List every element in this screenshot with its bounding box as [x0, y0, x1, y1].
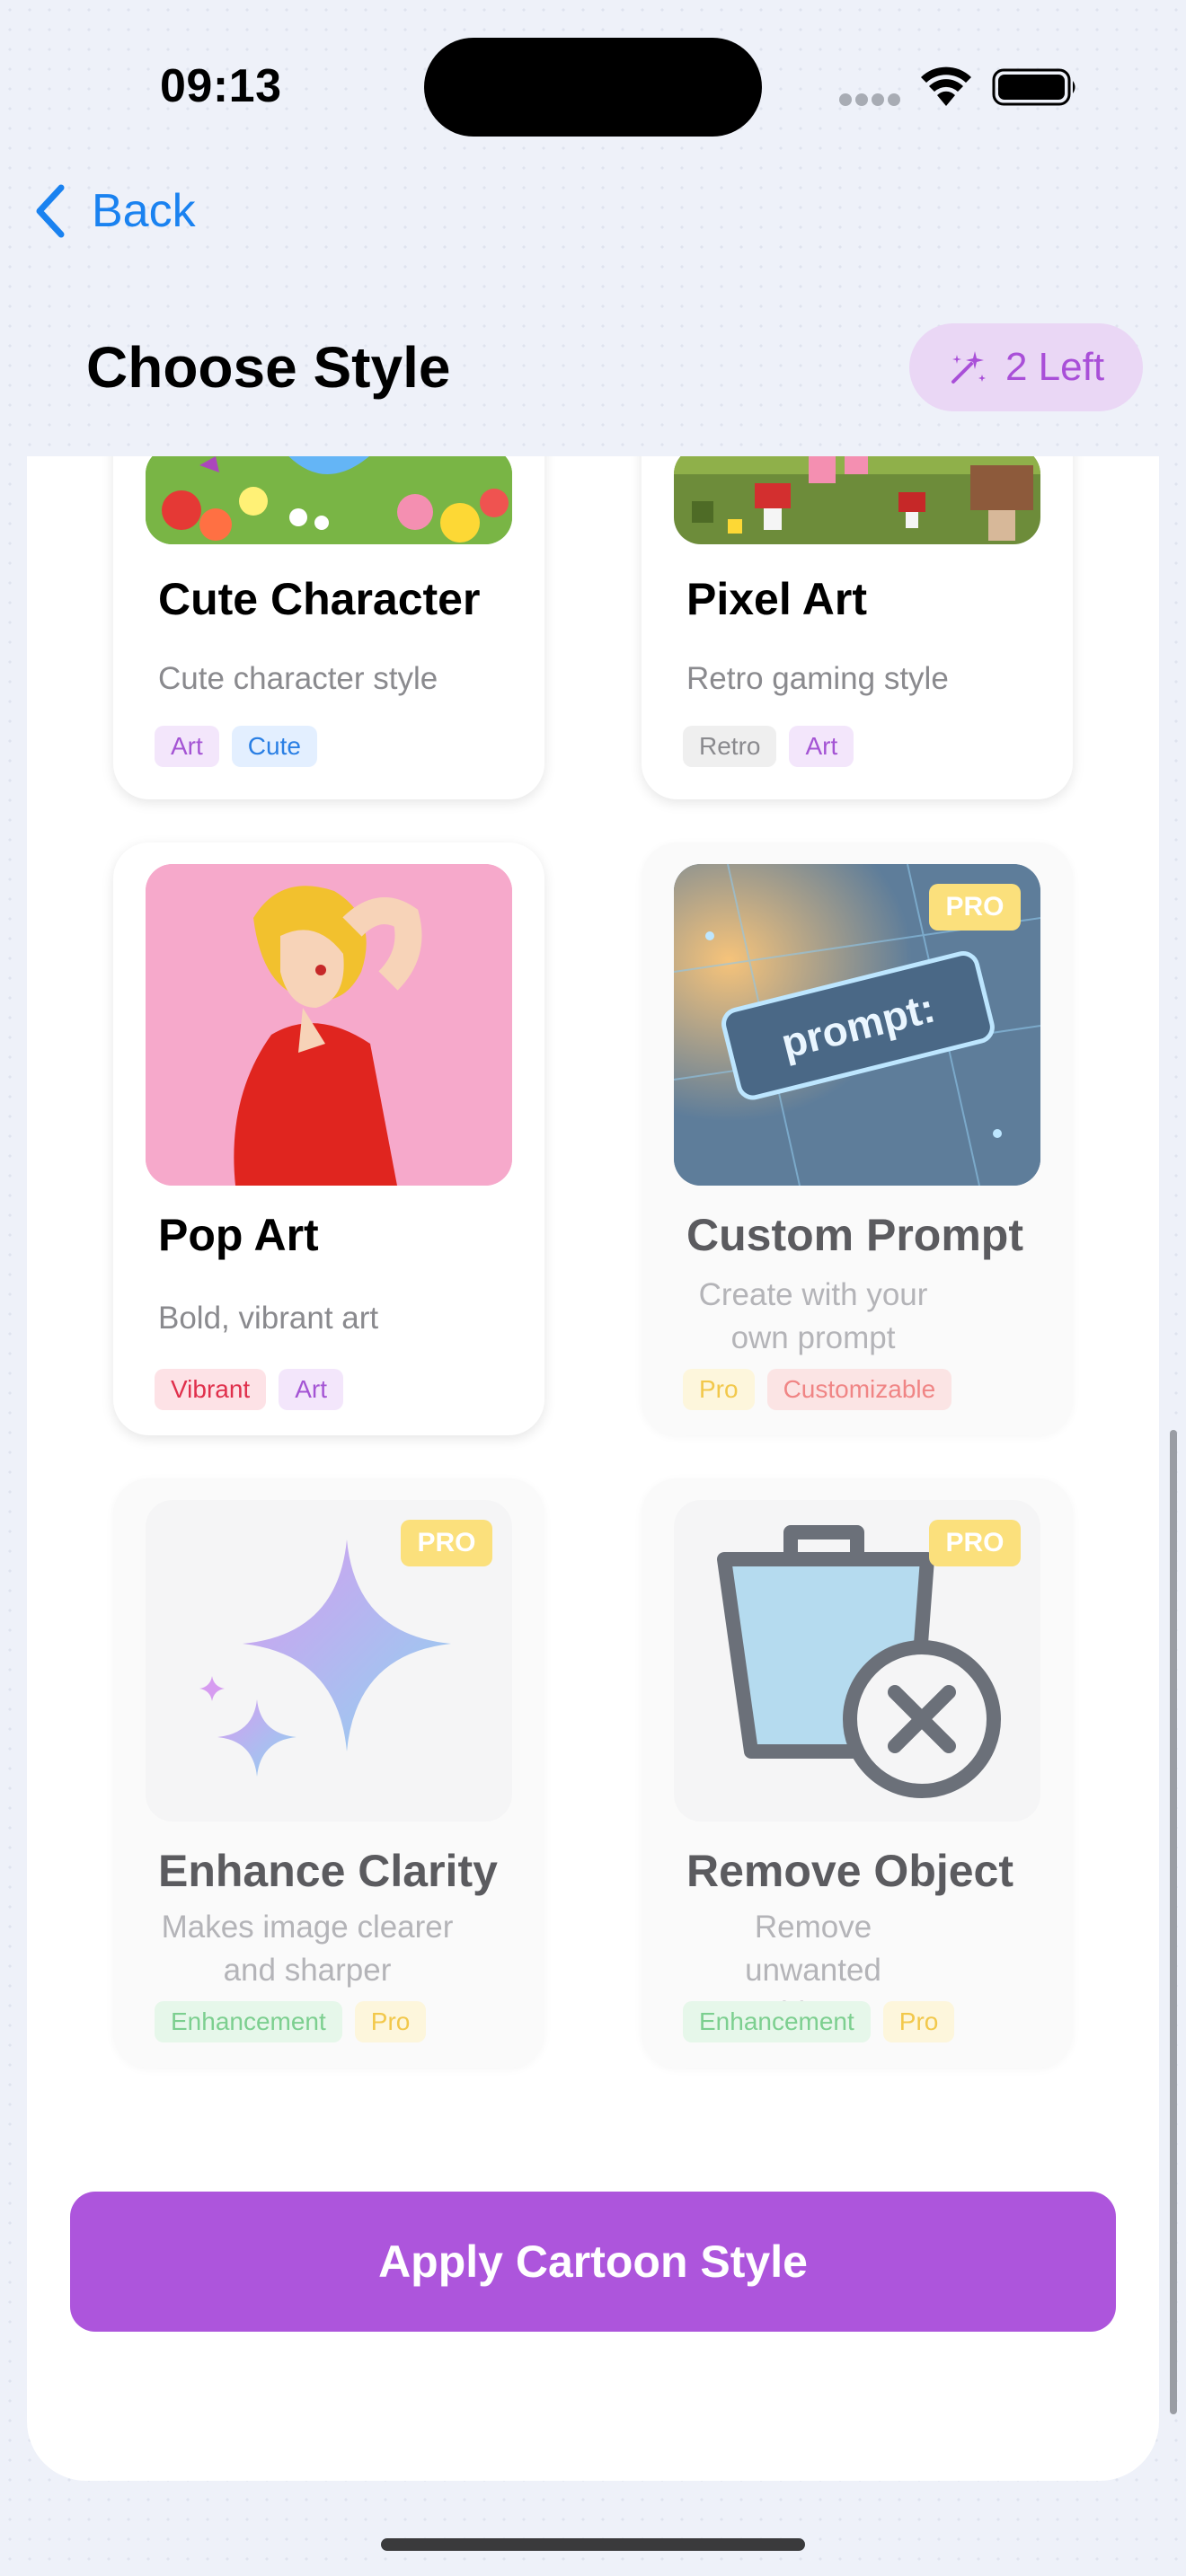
- pro-badge: PRO: [401, 1520, 492, 1566]
- card-description-line: Remove unwanted: [745, 1910, 881, 1988]
- card-description-line: and sharper: [223, 1953, 392, 1988]
- sparkle-icon: [243, 1539, 451, 1751]
- card-title: Cute Character: [158, 574, 481, 624]
- tag-enhancement: Enhancement: [683, 2001, 871, 2042]
- back-button[interactable]: Back: [32, 180, 196, 243]
- card-title: Custom Prompt: [686, 1210, 1023, 1260]
- tag-list: Retro Art: [683, 726, 854, 767]
- card-description-line: Makes image clearer: [161, 1910, 454, 1945]
- tag-list: Enhancement Pro: [683, 2001, 955, 2042]
- cute-character-thumbnail: [146, 447, 512, 544]
- apply-style-button[interactable]: Apply Cartoon Style: [70, 2192, 1116, 2332]
- pixel-art-thumbnail: [674, 447, 1040, 544]
- trash-remove-icon: [717, 1525, 1001, 1798]
- credits-badge[interactable]: 2 Left: [909, 323, 1143, 411]
- style-card-pop-art[interactable]: Pop Art Bold, vibrant art Vibrant Art: [113, 842, 544, 1435]
- remove-object-thumbnail: PRO: [674, 1500, 1040, 1822]
- wifi-icon: [921, 66, 971, 106]
- back-label: Back: [92, 185, 196, 237]
- scrollbar[interactable]: [1170, 1430, 1177, 2414]
- card-description-line: own prompt: [730, 1320, 896, 1355]
- tag-list: Art Cute: [155, 726, 317, 767]
- card-title: Pop Art: [158, 1210, 319, 1260]
- tag-vibrant: Vibrant: [155, 1369, 267, 1410]
- card-description-line: Create with your: [698, 1277, 928, 1312]
- tag-customizable: Customizable: [766, 1369, 952, 1410]
- tag-cute: Cute: [231, 726, 317, 767]
- cellular-signal-icon: [839, 93, 902, 106]
- page-title: Choose Style: [86, 335, 451, 400]
- tag-art: Art: [279, 1369, 343, 1410]
- dynamic-island: [424, 38, 762, 137]
- tag-retro: Retro: [683, 726, 777, 767]
- status-bar: 09:13: [0, 0, 1186, 171]
- tag-art: Art: [155, 726, 219, 767]
- tag-list: Vibrant Art: [155, 1369, 343, 1410]
- tag-enhancement: Enhancement: [155, 2001, 342, 2042]
- status-time: 09:13: [160, 60, 282, 112]
- card-description: Create with your own prompt: [683, 1274, 943, 1360]
- credits-count: 2 Left: [1005, 345, 1105, 389]
- tag-list: Pro Customizable: [683, 1369, 952, 1410]
- tag-pro: Pro: [683, 1369, 755, 1410]
- nav-header: 09:13 Back Choose Style 2 Left: [0, 0, 1186, 456]
- card-title: Pixel Art: [686, 574, 868, 624]
- style-card-custom-prompt[interactable]: prompt: PRO Custom Prompt Create with yo…: [642, 842, 1073, 1435]
- pro-badge: PRO: [929, 1520, 1021, 1566]
- pop-art-thumbnail: [146, 864, 512, 1186]
- tag-pro: Pro: [882, 2001, 955, 2042]
- tag-list: Enhancement Pro: [155, 2001, 427, 2042]
- card-description: Bold, vibrant art: [158, 1301, 379, 1336]
- card-title: Enhance Clarity: [158, 1846, 498, 1896]
- tag-pro: Pro: [354, 2001, 427, 2042]
- home-indicator[interactable]: [381, 2538, 805, 2551]
- custom-prompt-thumbnail: prompt: PRO: [674, 864, 1040, 1186]
- battery-icon: [992, 68, 1075, 106]
- tag-art: Art: [789, 726, 854, 767]
- enhance-clarity-thumbnail: PRO: [146, 1500, 512, 1822]
- style-card-enhance-clarity[interactable]: PRO Enhance Clarity Makes image clearer …: [113, 1478, 544, 2068]
- card-description: Makes image clearer and sharper: [155, 1906, 460, 1992]
- style-card-remove-object[interactable]: PRO Remove Object Remove unwanted object…: [642, 1478, 1073, 2068]
- chevron-left-icon: [36, 184, 65, 238]
- card-description: Cute character style: [158, 661, 438, 696]
- card-description: Retro gaming style: [686, 661, 949, 696]
- card-title: Remove Object: [686, 1846, 1014, 1896]
- magic-wand-icon: [951, 351, 986, 384]
- pro-badge: PRO: [929, 884, 1021, 931]
